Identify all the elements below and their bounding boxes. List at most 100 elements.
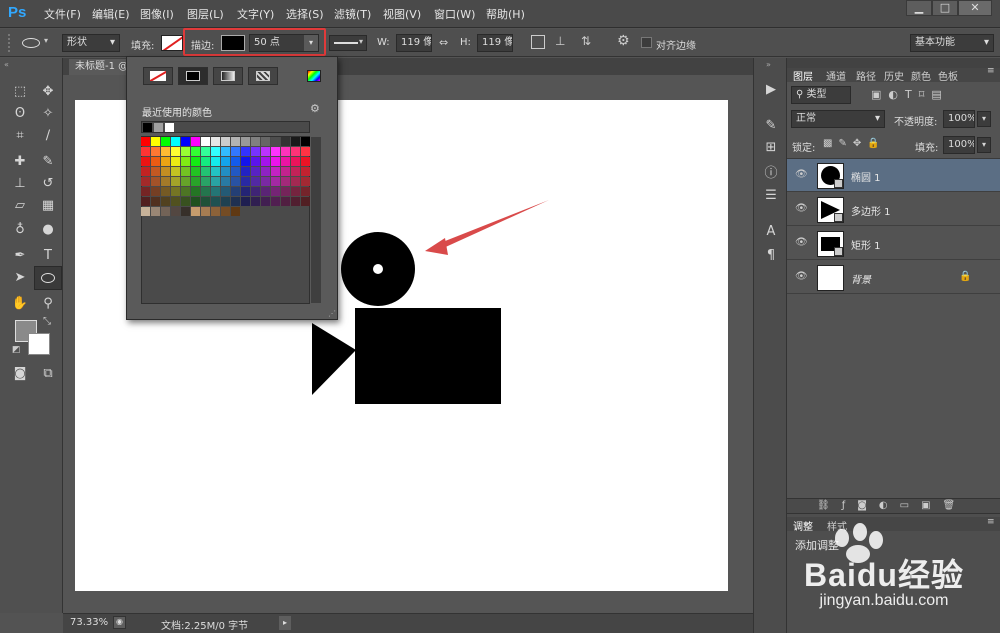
color-swatch[interactable] [191,187,200,196]
align-edges-checkbox[interactable] [641,37,652,48]
path-operations-icon[interactable] [531,35,545,49]
color-swatch[interactable] [191,177,200,186]
color-swatch[interactable] [301,157,310,166]
color-swatch[interactable] [151,177,160,186]
maximize-button[interactable]: □ [932,0,958,16]
color-swatch[interactable] [231,187,240,196]
color-swatch[interactable] [221,157,230,166]
color-swatch[interactable] [261,187,270,196]
history-brush-icon[interactable]: ↺ [38,174,58,194]
color-swatch[interactable] [261,197,270,206]
healing-brush-icon[interactable]: ✚ [10,152,30,172]
color-swatch[interactable] [201,207,210,216]
color-swatch[interactable] [261,167,270,176]
color-swatch[interactable] [241,157,250,166]
minimize-button[interactable]: ▁ [906,0,932,16]
color-swatch[interactable] [171,147,180,156]
color-swatch[interactable] [201,167,210,176]
workspace-select[interactable]: 基本功能 ▾ [910,34,994,52]
color-swatch[interactable] [271,197,280,206]
color-swatch[interactable] [301,197,310,206]
tab-layers[interactable]: 图层 [793,68,813,83]
color-swatch[interactable] [231,197,240,206]
screen-mode-icon[interactable]: ⧉ [38,364,58,384]
color-swatch[interactable] [211,157,220,166]
color-swatch[interactable] [241,167,250,176]
resize-grip-icon[interactable]: ⋰ [328,309,336,318]
path-alignment-icon[interactable]: ⊥ [555,34,565,48]
color-swatch[interactable] [281,187,290,196]
menu-help[interactable]: 帮助(H) [486,6,525,22]
opacity-input[interactable]: 100% [943,110,975,128]
pen-tool-icon[interactable]: ✒ [10,246,30,266]
color-swatch[interactable] [161,177,170,186]
crop-tool-icon[interactable]: ⌗ [10,126,30,146]
background-color-swatch[interactable] [28,333,50,355]
link-icon[interactable]: ⇔ [439,36,448,49]
brush-presets-icon[interactable]: ✎ [761,116,781,136]
color-swatch[interactable] [201,157,210,166]
brush-tool-icon[interactable]: ✎ [38,152,58,172]
color-swatch[interactable] [151,167,160,176]
color-swatch[interactable] [241,197,250,206]
gear-icon[interactable]: ⚙ [310,102,320,115]
default-colors-icon[interactable]: ◩ [12,345,21,355]
color-swatch[interactable] [211,197,220,206]
color-swatch[interactable] [281,177,290,186]
color-swatch[interactable] [141,187,150,196]
width-input[interactable]: 119 像: [396,34,432,52]
color-swatch[interactable] [171,167,180,176]
color-swatch[interactable] [301,177,310,186]
tab-history[interactable]: 历史 [884,68,904,83]
stroke-type-select[interactable]: ▾ [329,35,367,51]
color-swatch[interactable] [141,137,150,146]
tab-channels[interactable]: 通道 [826,68,846,83]
color-swatch[interactable] [161,197,170,206]
color-swatch[interactable] [251,147,260,156]
status-menu-arrow-icon[interactable]: ▸ [279,616,291,630]
color-swatch[interactable] [211,147,220,156]
blend-mode-select[interactable]: 正常 ▾ [791,110,885,128]
color-swatch[interactable] [211,207,220,216]
eye-icon[interactable]: 👁 [795,271,808,282]
menu-view[interactable]: 视图(V) [383,6,421,22]
color-swatch[interactable] [231,167,240,176]
color-swatch[interactable] [231,207,240,216]
ellipse-tool-button[interactable] [34,266,62,290]
color-swatch[interactable] [141,167,150,176]
color-swatch[interactable] [221,197,230,206]
color-swatch[interactable] [171,177,180,186]
gradient-button[interactable] [213,67,243,85]
color-swatch[interactable] [161,187,170,196]
color-swatch[interactable] [251,197,260,206]
color-swatch[interactable] [281,157,290,166]
color-swatch[interactable] [201,197,210,206]
color-swatch[interactable] [201,177,210,186]
color-swatch[interactable] [201,137,210,146]
filter-type-icons[interactable]: ▣◐T⌑▤ [871,88,949,101]
color-swatch[interactable] [181,177,190,186]
tab-paths[interactable]: 路径 [856,68,876,83]
color-swatch[interactable] [271,167,280,176]
color-swatch[interactable] [191,207,200,216]
color-swatch[interactable] [251,177,260,186]
recent-color-swatch[interactable] [143,123,152,132]
color-swatch[interactable] [171,207,180,216]
clone-source-icon[interactable]: ⊞ [761,138,781,158]
zoom-tool-icon[interactable]: ⚲ [38,294,58,314]
layers-footer-icons[interactable]: ⛓ƒ◙◐▭▣🗑 [817,500,967,511]
color-swatch[interactable] [171,137,180,146]
color-swatch[interactable] [291,197,300,206]
move-tool-icon[interactable]: ✥ [38,82,58,102]
fill-opacity-input[interactable]: 100% [943,136,975,154]
hand-tool-icon[interactable]: ✋ [10,294,30,314]
color-swatch[interactable] [301,167,310,176]
status-info-icon[interactable]: ◉ [113,616,126,629]
color-swatch[interactable] [291,137,300,146]
color-swatch[interactable] [181,147,190,156]
menu-filter[interactable]: 滤镜(T) [334,6,371,22]
color-swatch[interactable] [151,207,160,216]
color-swatch[interactable] [271,177,280,186]
color-swatch[interactable] [211,167,220,176]
tab-color[interactable]: 颜色 [911,68,931,83]
